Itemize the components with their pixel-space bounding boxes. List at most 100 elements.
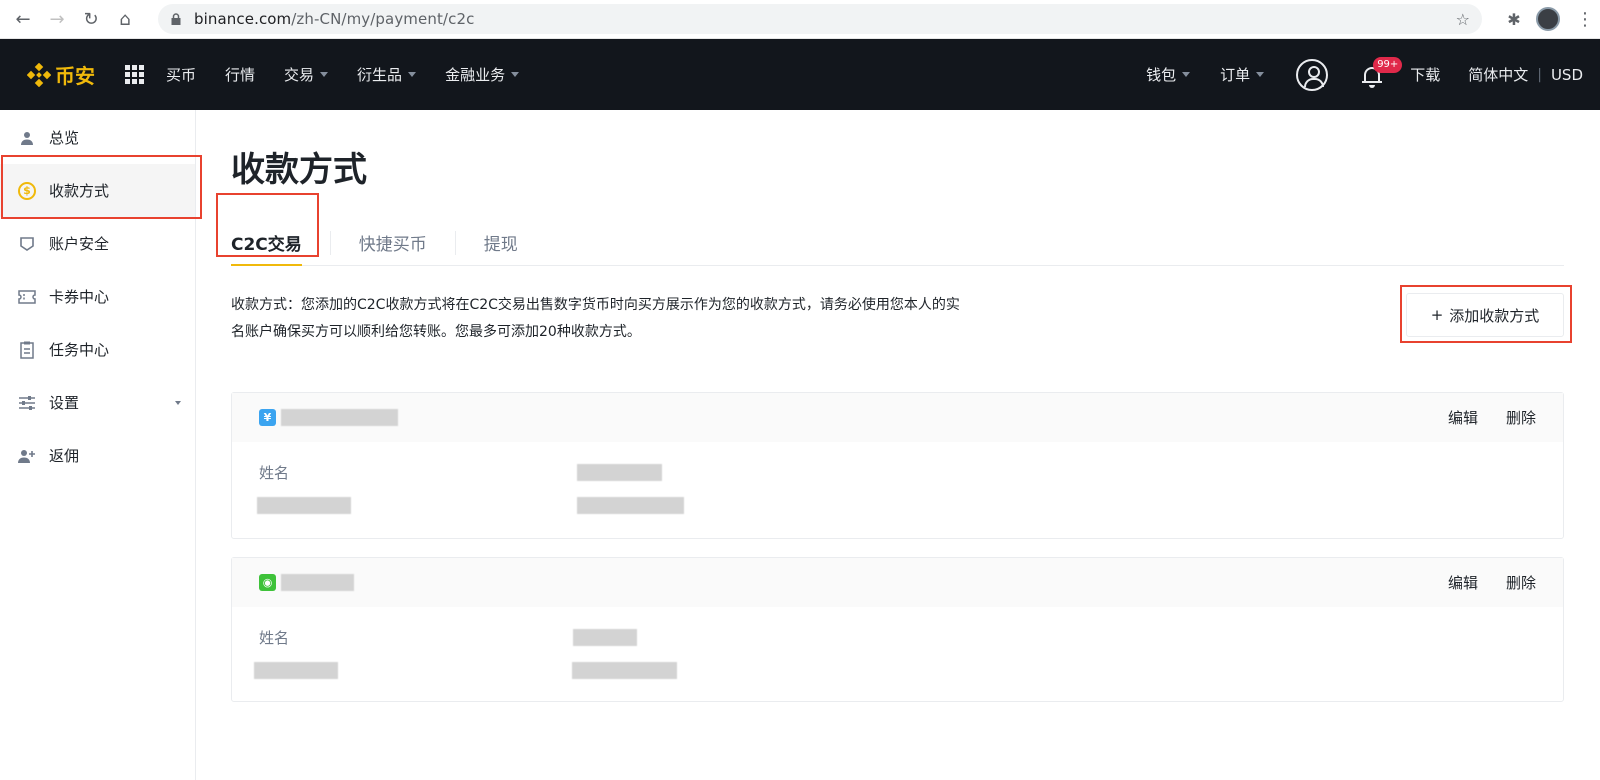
notification-badge: 99+ [1373, 56, 1403, 73]
page-title: 收款方式 [231, 150, 367, 190]
binance-logo-icon [27, 62, 51, 87]
tab-divider [329, 230, 331, 255]
nav-label: 买币 [166, 66, 197, 84]
lock-icon [171, 13, 181, 25]
highlight-box [216, 193, 319, 257]
tab-divider [454, 230, 456, 255]
main-content: 收款方式 C2C交易 快捷买币 提现 收款方式：您添加的C2C收款方式将在C2C… [196, 110, 1600, 780]
add-user-icon [18, 447, 36, 465]
sidebar-item-label: 返佣 [49, 447, 80, 465]
card-body: 姓名 [232, 607, 1563, 701]
sidebar-item-coupons[interactable]: 卡券中心 [0, 270, 195, 323]
account-icon[interactable] [1296, 58, 1329, 91]
redacted-method-name [281, 409, 398, 426]
highlight-box [1, 155, 202, 219]
reload-icon[interactable]: ↻ [74, 2, 108, 36]
caret-down-icon [408, 72, 417, 77]
sidebar: 总览 $ 收款方式 账户安全 卡券中心 任务中心 设置 返佣 [0, 110, 202, 780]
sidebar-item-tasks[interactable]: 任务中心 [0, 323, 195, 376]
top-navigation: 币安 买币 行情 交易 衍生品 金融业务 钱包 订单 99+ 下载 简体中文 |… [0, 39, 1600, 110]
sliders-icon [18, 394, 36, 412]
sidebar-item-referral[interactable]: 返佣 [0, 429, 195, 482]
tab-label: 提现 [483, 235, 518, 255]
nav-label: 订单 [1220, 66, 1251, 84]
nav-derivatives[interactable]: 衍生品 [357, 64, 417, 85]
delete-button[interactable]: 删除 [1506, 407, 1536, 428]
sidebar-item-label: 总览 [49, 129, 80, 147]
nav-label: 钱包 [1146, 66, 1177, 84]
redacted-method-name [281, 574, 354, 591]
shield-icon [18, 235, 36, 253]
highlight-box [1400, 285, 1572, 343]
redacted-name-value [577, 464, 662, 481]
sidebar-item-security[interactable]: 账户安全 [0, 217, 195, 270]
tab-bar: C2C交易 快捷买币 提现 [216, 193, 1564, 266]
alipay-icon: ¥ [259, 409, 276, 426]
chevron-down-icon [175, 401, 181, 405]
payment-description: 收款方式：您添加的C2C收款方式将在C2C交易出售数字货币时向买方展示作为您的收… [231, 292, 1041, 346]
payment-method-card: ◉ 编辑 删除 姓名 [231, 557, 1564, 702]
currency-selector[interactable]: USD [1551, 66, 1583, 84]
redacted-field-value [572, 662, 677, 679]
download-link[interactable]: 下载 [1410, 64, 1440, 85]
back-icon[interactable]: ← [6, 2, 40, 36]
clipboard-icon [18, 341, 36, 359]
main-nav: 买币 行情 交易 衍生品 金融业务 [166, 64, 548, 85]
redacted-field-value [577, 497, 684, 514]
nav-label: 衍生品 [357, 66, 403, 84]
card-body: 姓名 [232, 442, 1563, 538]
nav-right: 钱包 订单 99+ 下载 简体中文 | USD [1116, 56, 1583, 91]
tab-quick-buy[interactable]: 快捷买币 [359, 220, 427, 266]
redacted-name-value [573, 629, 637, 646]
description-row: 收款方式：您添加的C2C收款方式将在C2C交易出售数字货币时向买方展示作为您的收… [231, 285, 1572, 346]
apps-grid-icon[interactable] [125, 65, 144, 84]
nav-orders[interactable]: 订单 [1220, 64, 1265, 85]
tab-label: 快捷买币 [358, 235, 427, 255]
address-bar[interactable]: binance.com/zh-CN/my/payment/c2c ☆ [158, 4, 1482, 34]
sidebar-item-label: 卡券中心 [49, 288, 110, 306]
forward-icon[interactable]: → [40, 2, 74, 36]
nav-label: 金融业务 [445, 66, 506, 84]
sidebar-item-label: 任务中心 [49, 341, 110, 359]
description-line: 名账户确保买方可以顺利给您转账。您最多可添加20种收款方式。 [231, 324, 641, 340]
url-path: /zh-CN/my/payment/c2c [291, 10, 475, 28]
nav-buy-crypto[interactable]: 买币 [166, 64, 196, 85]
divider: | [1537, 66, 1542, 83]
home-icon[interactable]: ⌂ [108, 2, 142, 36]
language-selector[interactable]: 简体中文 [1468, 64, 1528, 85]
card-header: ◉ 编辑 删除 [232, 558, 1563, 607]
wechat-icon: ◉ [259, 574, 276, 591]
tab-withdraw[interactable]: 提现 [484, 220, 518, 266]
payment-method-card: ¥ 编辑 删除 姓名 [231, 392, 1564, 539]
sidebar-item-label: 账户安全 [49, 235, 110, 253]
redacted-field-label [257, 497, 351, 514]
card-header: ¥ 编辑 删除 [232, 393, 1563, 442]
redacted-field-label [254, 662, 338, 679]
nav-trade[interactable]: 交易 [284, 64, 329, 85]
url-text: binance.com/zh-CN/my/payment/c2c [194, 10, 474, 28]
notification-bell-icon[interactable]: 99+ [1360, 56, 1403, 89]
profile-avatar[interactable] [1536, 7, 1560, 31]
card-actions: 编辑 删除 [1420, 407, 1536, 428]
bookmark-star-icon[interactable]: ☆ [1456, 10, 1470, 29]
sidebar-item-label: 设置 [49, 394, 80, 412]
edit-button[interactable]: 编辑 [1448, 572, 1478, 593]
nav-markets[interactable]: 行情 [225, 64, 255, 85]
caret-down-icon [1256, 72, 1265, 77]
name-label: 姓名 [259, 629, 290, 647]
caret-down-icon [1182, 72, 1191, 77]
nav-finance[interactable]: 金融业务 [445, 64, 520, 85]
nav-label: 交易 [284, 66, 315, 84]
description-line: 收款方式：您添加的C2C收款方式将在C2C交易出售数字货币时向买方展示作为您的收… [231, 297, 960, 313]
browser-menu-icon[interactable]: ⋮ [1576, 9, 1594, 30]
url-host: binance.com [194, 10, 292, 28]
edit-button[interactable]: 编辑 [1448, 407, 1478, 428]
brand-name: 币安 [55, 64, 95, 88]
user-icon [18, 129, 36, 147]
delete-button[interactable]: 删除 [1506, 572, 1536, 593]
binance-logo[interactable]: 币安 [27, 60, 95, 89]
nav-wallet[interactable]: 钱包 [1146, 64, 1191, 85]
caret-down-icon [511, 72, 520, 77]
extensions-icon[interactable]: ✱ [1502, 10, 1526, 29]
sidebar-item-settings[interactable]: 设置 [0, 376, 195, 429]
